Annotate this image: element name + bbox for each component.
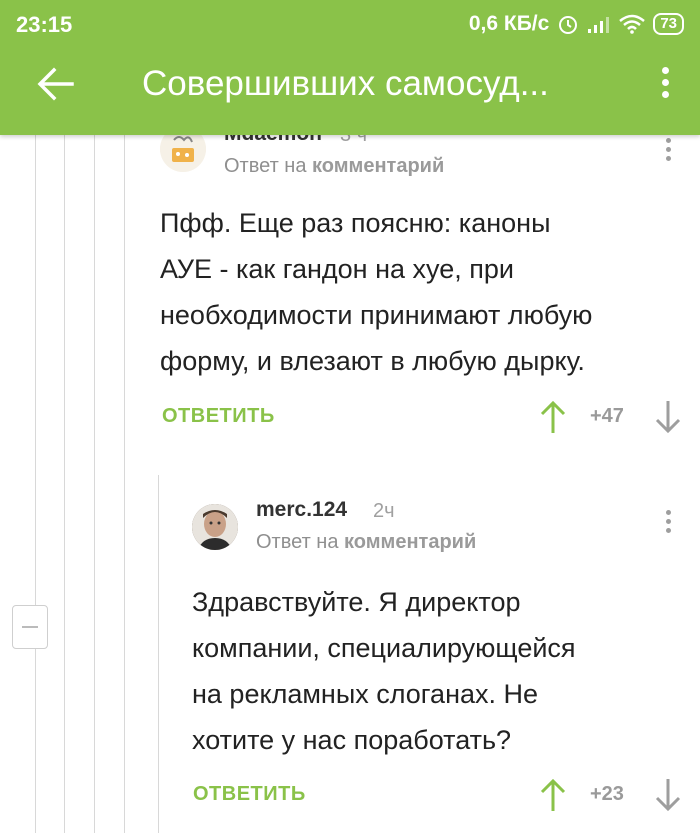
- status-time: 23:15: [16, 12, 73, 37]
- avatar[interactable]: [192, 504, 238, 550]
- arrow-up-icon: [540, 778, 566, 811]
- app-bar: 23:15 0,6 КБ/с 73 Совершивших самосуд...: [0, 0, 700, 135]
- signal-icon: [588, 17, 610, 33]
- toolbar: Совершивших самосуд...: [0, 52, 700, 132]
- avatar-image: [192, 504, 238, 550]
- battery-indicator: 73: [653, 13, 684, 35]
- comment-time: 2ч: [373, 500, 395, 522]
- upvote-button[interactable]: [537, 777, 569, 813]
- reply-to: Ответ на комментарий: [256, 531, 476, 554]
- comment-username[interactable]: merc.124: [256, 498, 347, 522]
- comment-text-line: компании, специалирующейся: [192, 633, 576, 663]
- reply-to-link[interactable]: комментарий: [344, 531, 476, 553]
- network-speed: 0,6 КБ/с: [468, 12, 550, 35]
- comment-menu-button[interactable]: [661, 506, 675, 546]
- reply-button[interactable]: ОТВЕТИТЬ: [193, 783, 306, 806]
- comment-text-line: на рекламных слоганах. Не: [192, 679, 539, 709]
- comment-rating: +23: [590, 783, 624, 805]
- comment-text: Здравствуйте. Я директор компании, специ…: [192, 579, 576, 763]
- downvote-button[interactable]: [652, 777, 684, 813]
- alarm-icon: [559, 16, 578, 34]
- arrow-down-icon: [655, 779, 681, 812]
- status-icons: 0,6 КБ/с 73: [469, 12, 684, 36]
- reply-to-prefix: Ответ на: [256, 531, 339, 553]
- comment-text-line: Здравствуйте. Я директор: [192, 587, 521, 617]
- comment-text-line: хотите у нас поработать?: [192, 725, 512, 755]
- status-bar: 23:15 0,6 КБ/с 73: [0, 0, 700, 50]
- wifi-icon: [619, 14, 646, 34]
- overflow-menu-button[interactable]: [650, 62, 680, 112]
- back-button[interactable]: [34, 62, 78, 106]
- arrow-left-icon: [37, 67, 74, 101]
- page-title: Совершивших самосуд...: [142, 64, 549, 103]
